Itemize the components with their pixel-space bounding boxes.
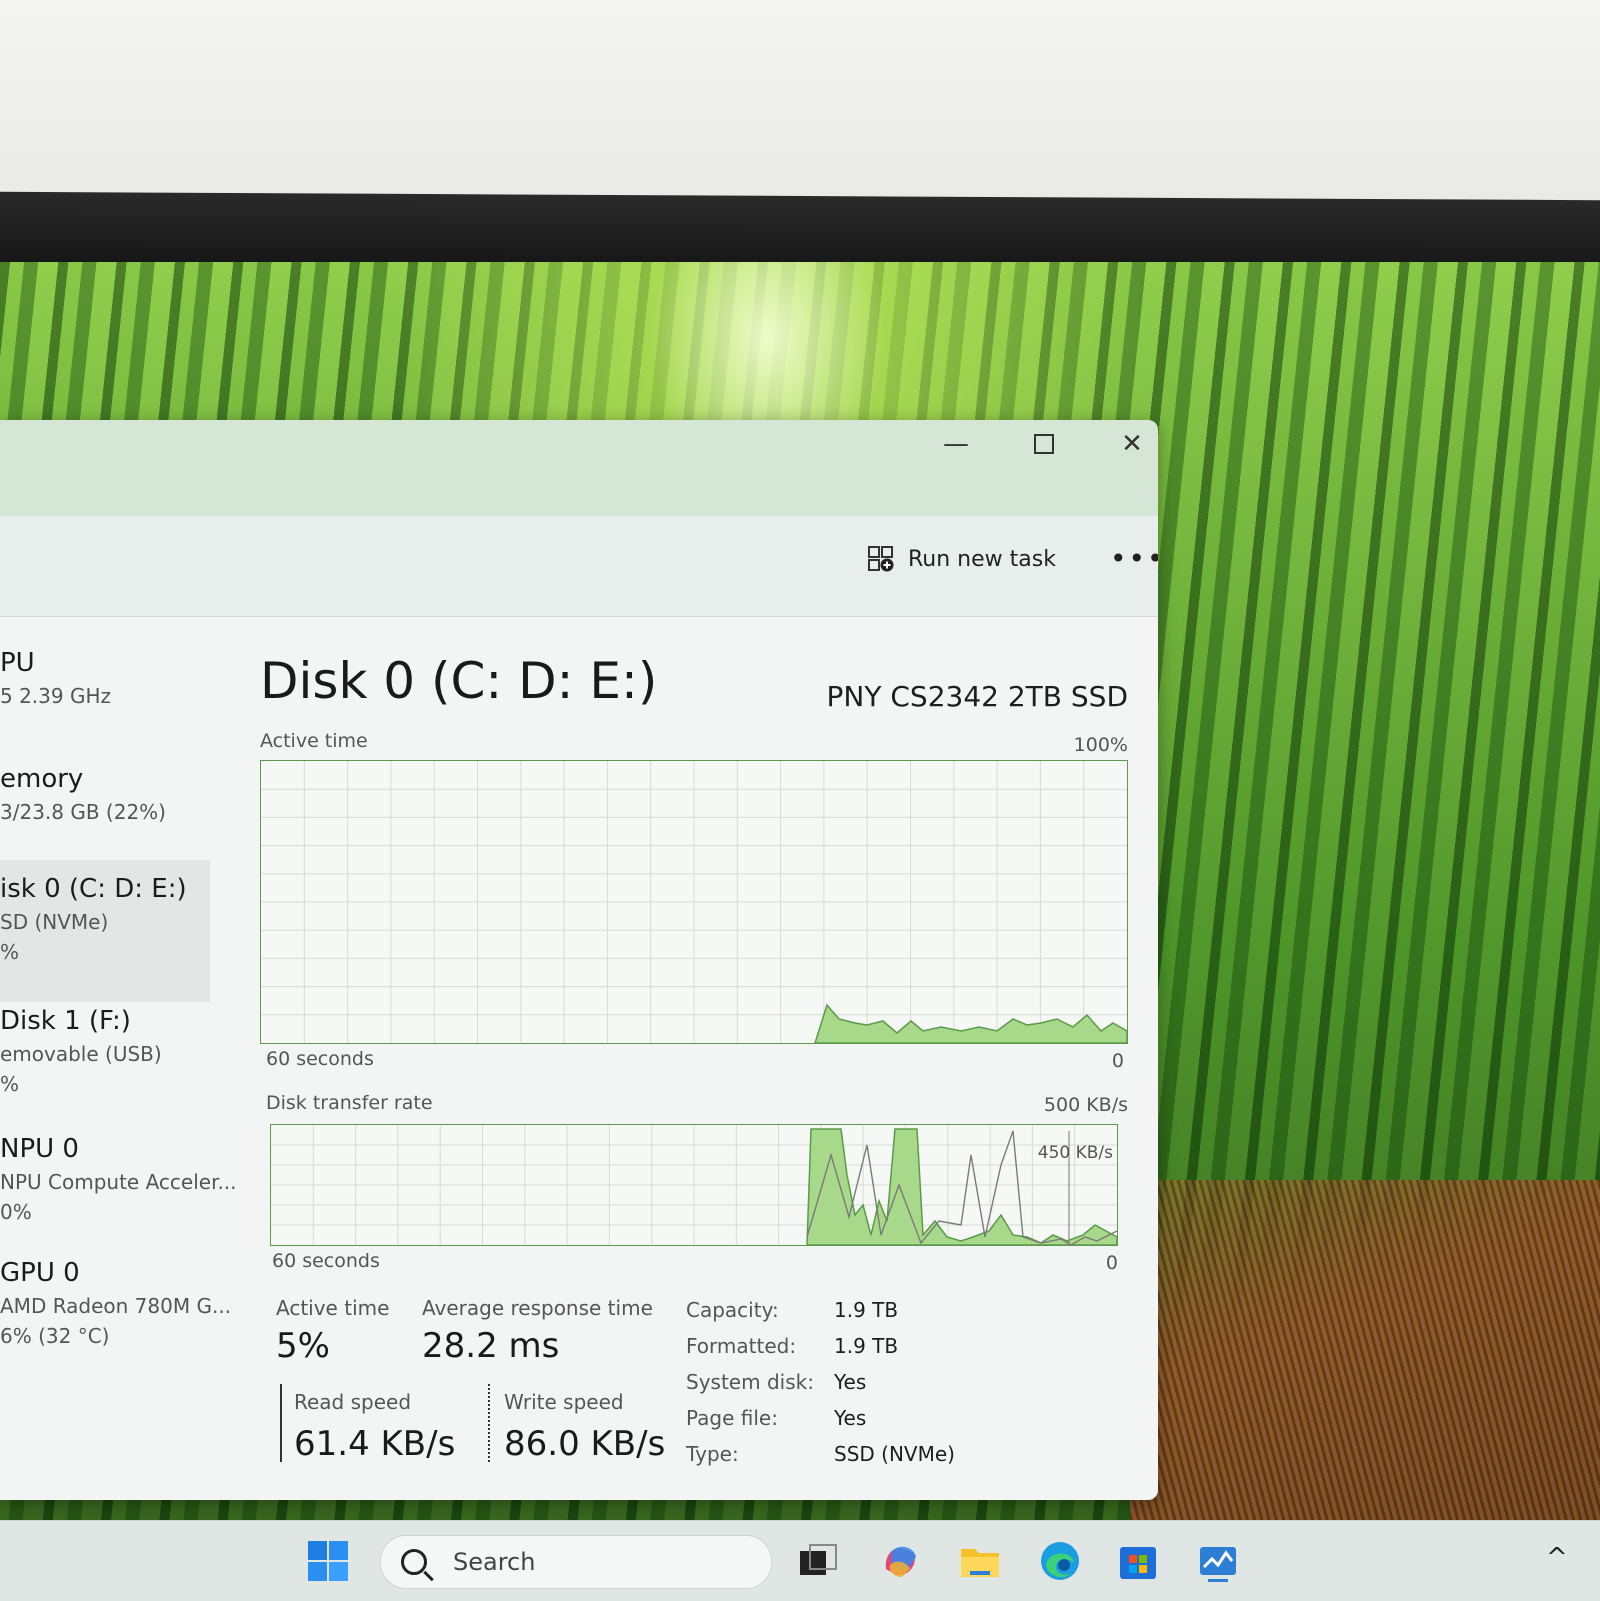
prop-capacity-value: 1.9 TB — [834, 1298, 899, 1322]
more-options-button[interactable]: ••• — [1110, 542, 1158, 575]
task-manager-window: — ✕ Run new task ••• PU 5 2.39 GHz emory… — [0, 420, 1158, 1500]
copilot-icon[interactable] — [878, 1539, 922, 1583]
sidebar-item-title: isk 0 (C: D: E:) — [0, 874, 187, 904]
avg-response-value: 28.2 ms — [422, 1326, 560, 1366]
active-time-x-right: 0 — [1111, 1050, 1124, 1072]
transfer-rate-marker-label: 450 KB/s — [1037, 1143, 1113, 1163]
prop-type-label: Type: — [686, 1442, 739, 1466]
chevron-up-icon[interactable]: ^ — [1546, 1543, 1568, 1573]
prop-system-disk-value: Yes — [834, 1370, 867, 1394]
sidebar-item-subtitle: 5 2.39 GHz — [0, 684, 112, 708]
task-manager-taskbar-icon[interactable] — [1196, 1539, 1240, 1583]
run-task-icon — [868, 546, 894, 572]
wallpaper-grass — [1130, 1180, 1600, 1520]
transfer-rate-graph-max: 500 KB/s — [1043, 1094, 1128, 1116]
prop-page-file-label: Page file: — [686, 1406, 778, 1430]
prop-capacity-label: Capacity: — [686, 1298, 779, 1322]
sidebar-item-subtitle: AMD Radeon 780M G... — [0, 1294, 232, 1318]
transfer-rate-x-right: 0 — [1105, 1252, 1118, 1274]
active-time-graph — [260, 760, 1128, 1044]
sidebar-item-disk-0[interactable]: isk 0 (C: D: E:) SD (NVMe) % — [0, 860, 210, 1002]
disk-detail-panel: Disk 0 (C: D: E:) PNY CS2342 2TB SSD Act… — [258, 618, 1128, 1500]
taskbar-search[interactable]: Search — [380, 1535, 772, 1589]
write-speed-value: 86.0 KB/s — [504, 1424, 666, 1464]
prop-formatted-label: Formatted: — [686, 1334, 797, 1358]
sidebar-item-memory[interactable]: emory 3/23.8 GB (22%) — [0, 764, 210, 824]
minimize-button[interactable]: — — [916, 420, 996, 468]
sidebar-item-subtitle: emovable (USB) — [0, 1042, 162, 1066]
active-time-graph-max: 100% — [1073, 734, 1128, 756]
run-new-task-button[interactable]: Run new task — [868, 546, 1056, 572]
sidebar-item-title: NPU 0 — [0, 1134, 79, 1164]
performance-sidebar: PU 5 2.39 GHz emory 3/23.8 GB (22%) isk … — [0, 618, 237, 1500]
transfer-rate-graph-label: Disk transfer rate — [266, 1092, 433, 1114]
read-speed-value: 61.4 KB/s — [294, 1424, 456, 1464]
close-icon: ✕ — [1121, 429, 1143, 459]
sidebar-item-title: GPU 0 — [0, 1258, 80, 1288]
disk-model: PNY CS2342 2TB SSD — [826, 680, 1128, 713]
transfer-rate-graph: 450 KB/s — [270, 1124, 1118, 1246]
search-icon — [401, 1549, 427, 1575]
minimize-icon: — — [943, 429, 969, 459]
microsoft-store-icon[interactable] — [1116, 1539, 1160, 1583]
sidebar-item-subtitle: SD (NVMe) — [0, 910, 109, 934]
sidebar-item-usage: 0% — [0, 1200, 32, 1224]
search-placeholder: Search — [453, 1548, 536, 1576]
active-time-graph-label: Active time — [260, 730, 368, 752]
toolbar: Run new task ••• — [0, 516, 1158, 617]
sidebar-item-cpu[interactable]: PU 5 2.39 GHz — [0, 648, 210, 708]
task-view-icon[interactable] — [796, 1539, 840, 1583]
prop-page-file-value: Yes — [834, 1406, 867, 1430]
active-time-x-left: 60 seconds — [266, 1048, 374, 1070]
maximize-button[interactable] — [1004, 420, 1084, 468]
sidebar-item-subtitle: NPU Compute Acceler... — [0, 1170, 237, 1194]
active-time-stat-value: 5% — [276, 1326, 330, 1366]
file-explorer-icon[interactable] — [958, 1539, 1002, 1583]
active-time-graph-svg — [261, 761, 1127, 1043]
transfer-rate-grid — [271, 1125, 1117, 1245]
start-button[interactable] — [306, 1539, 350, 1583]
page-title: Disk 0 (C: D: E:) — [260, 652, 658, 710]
write-speed-label: Write speed — [504, 1390, 624, 1414]
sidebar-item-title: emory — [0, 764, 84, 794]
prop-system-disk-label: System disk: — [686, 1370, 814, 1394]
close-button[interactable]: ✕ — [1092, 420, 1158, 468]
sidebar-item-usage: 6% (32 °C) — [0, 1324, 110, 1348]
sidebar-item-gpu-0[interactable]: GPU 0 AMD Radeon 780M G... 6% (32 °C) — [0, 1258, 232, 1348]
transfer-rate-graph-svg — [271, 1125, 1117, 1245]
wall-background — [0, 0, 1600, 200]
sidebar-item-title: PU — [0, 648, 35, 678]
sidebar-item-npu-0[interactable]: NPU 0 NPU Compute Acceler... 0% — [0, 1134, 237, 1224]
active-time-grid — [261, 761, 1127, 1043]
sidebar-item-disk-1[interactable]: Disk 1 (F:) emovable (USB) % — [0, 1006, 210, 1096]
read-speed-indicator — [280, 1384, 282, 1462]
transfer-rate-x-left: 60 seconds — [272, 1250, 380, 1272]
taskbar: Search ^ — [0, 1520, 1600, 1601]
prop-type-value: SSD (NVMe) — [834, 1442, 955, 1466]
read-speed-label: Read speed — [294, 1390, 412, 1414]
maximize-icon — [1034, 434, 1054, 454]
sidebar-item-usage: % — [0, 940, 20, 964]
run-new-task-label: Run new task — [908, 546, 1056, 572]
active-time-stat-label: Active time — [276, 1296, 390, 1320]
title-bar: — ✕ — [0, 420, 1158, 516]
sidebar-item-usage: % — [0, 1072, 20, 1096]
prop-formatted-value: 1.9 TB — [834, 1334, 899, 1358]
sidebar-item-title: Disk 1 (F:) — [0, 1006, 131, 1036]
active-time-series — [814, 1003, 1127, 1043]
write-speed-indicator — [488, 1384, 490, 1462]
avg-response-label: Average response time — [422, 1296, 653, 1320]
sidebar-item-subtitle: 3/23.8 GB (22%) — [0, 800, 166, 824]
edge-browser-icon[interactable] — [1038, 1539, 1082, 1583]
